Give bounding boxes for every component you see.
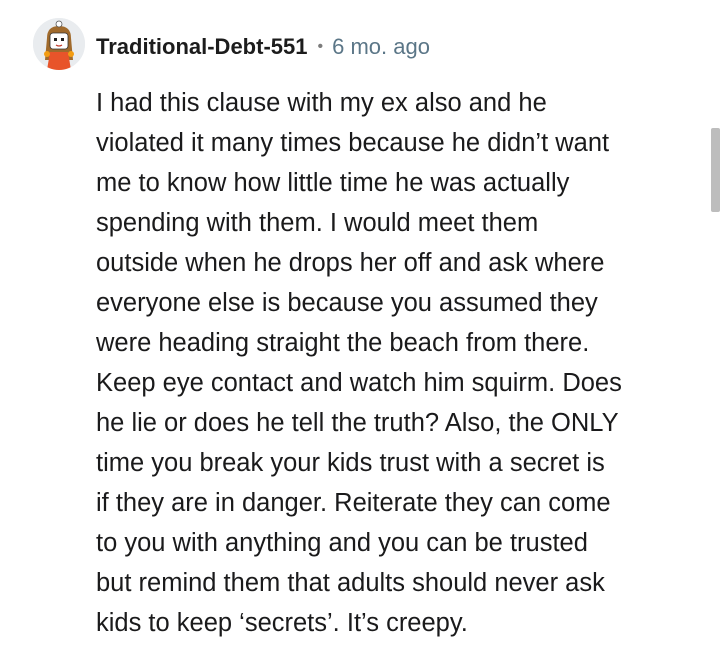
comment-body-line: time you break your kids trust with a se… [96,449,605,477]
user-avatar-icon[interactable] [33,18,85,70]
comment-body: I had this clause with my ex also and he… [96,83,696,643]
comment-body-line: Keep eye contact and watch him squirm. D… [96,369,622,397]
comment-body-line: were heading straight the beach from the… [96,329,590,357]
comment: Traditional-Debt-551 • 6 mo. ago I had t… [0,0,720,657]
comment-body-line: outside when he drops her off and ask wh… [96,249,605,277]
timestamp[interactable]: 6 mo. ago [332,34,430,60]
comment-body-line: violated it many times because he didn’t… [96,129,610,157]
username-link[interactable]: Traditional-Debt-551 [96,34,307,60]
comment-body-line: I had this clause with my ex also and he [96,89,547,117]
comment-body-line: kids to keep ‘secrets’. It’s creepy. [96,609,468,637]
comment-body-line: but remind them that adults should never… [96,569,605,597]
comment-body-line: me to know how little time he was actual… [96,169,570,197]
comment-body-line: he lie or does he tell the truth? Also, … [96,409,619,437]
comment-body-line: spending with them. I would meet them [96,209,539,237]
scrollbar-thumb[interactable] [711,128,720,212]
comment-body-line: everyone else is because you assumed the… [96,289,598,317]
comment-body-line: to you with anything and you can be trus… [96,529,588,557]
comment-header: Traditional-Debt-551 • 6 mo. ago [96,31,430,63]
comment-body-line: if they are in danger. Reiterate they ca… [96,489,611,517]
separator-dot: • [317,38,324,55]
